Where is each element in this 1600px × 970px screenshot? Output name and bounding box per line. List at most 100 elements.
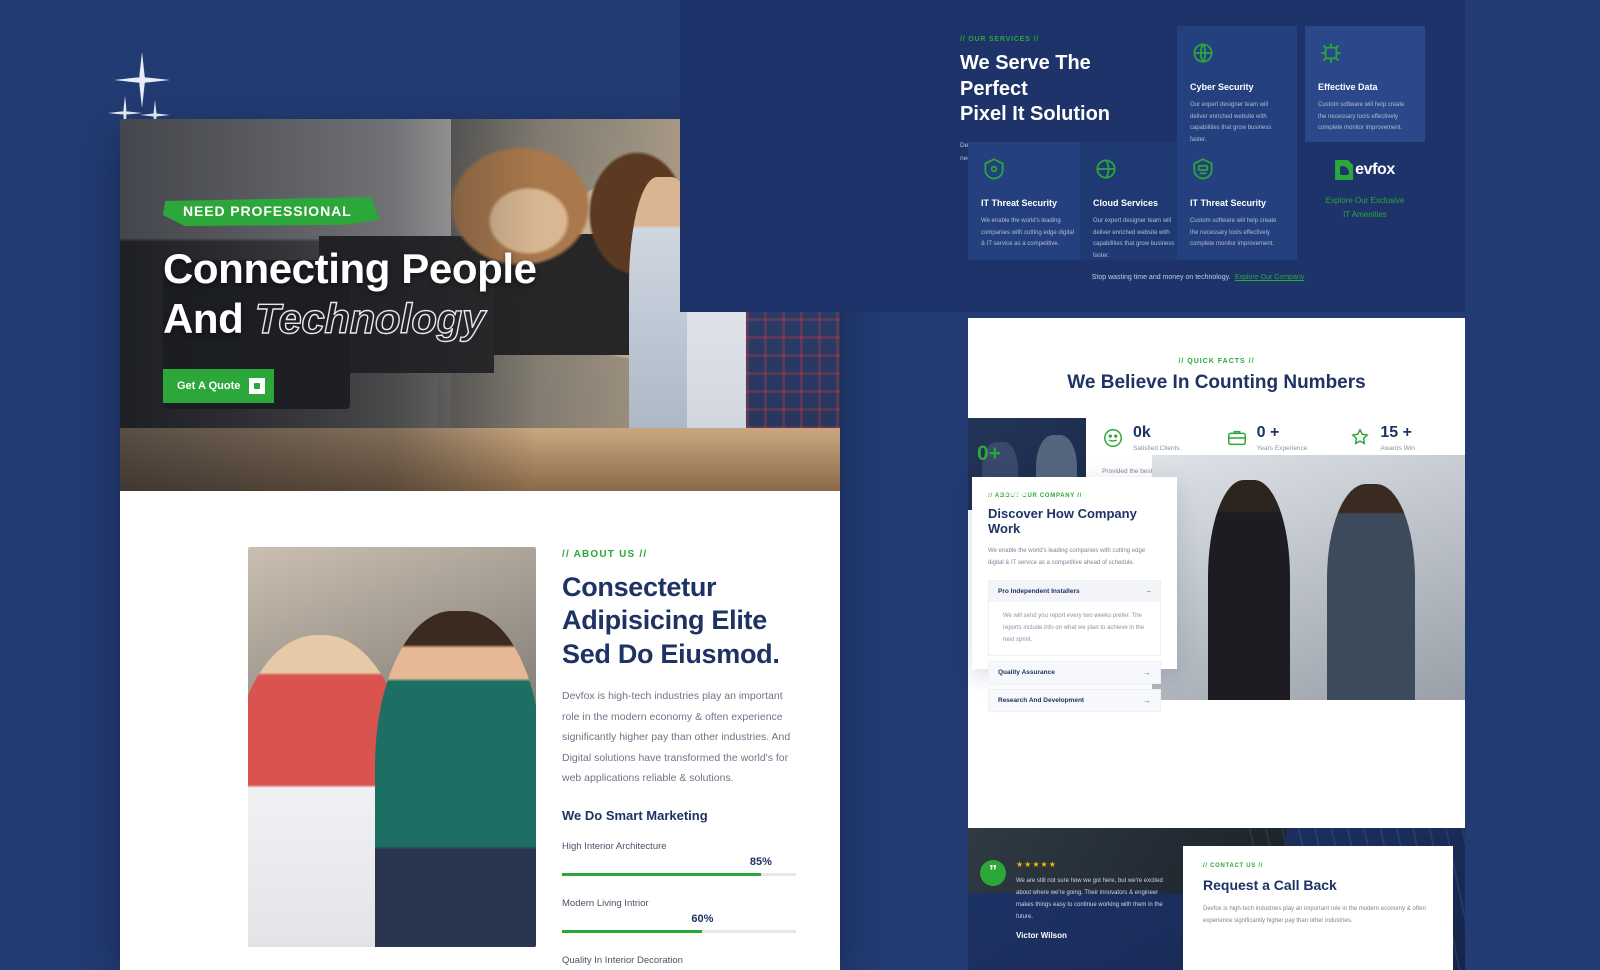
fact-values: 15 + Awards Win [1380, 424, 1415, 452]
accordion-item-research-and-development[interactable]: Research And Development → [988, 689, 1161, 712]
fact-number: 0 + [1256, 424, 1280, 441]
bottom-section: ” ★★★★★ We are still not sure how we got… [968, 828, 1465, 970]
work-heading: Discover How Company Work [988, 506, 1137, 536]
callback-heading: Request a Call Back [1203, 877, 1337, 893]
sparkle-decoration-icon [114, 52, 170, 108]
hero-tagline: NEED PROFESSIONAL [183, 203, 352, 219]
accordion-title: Research And Development [998, 697, 1085, 704]
quote-icon: ” [980, 860, 1006, 886]
fact-top: 0k Satisfied Clients [1102, 424, 1198, 452]
brand-cta-line-1: Explore Our Exclusive [1325, 196, 1405, 205]
fact-values: 0k Satisfied Clients [1133, 424, 1180, 452]
accordion-header[interactable]: Research And Development → [989, 690, 1160, 711]
testimonial-text: We are still not sure how we got here, b… [1016, 878, 1163, 920]
devfox-logo-icon [1335, 160, 1354, 180]
services-footer: Stop wasting time and money on technolog… [968, 266, 1428, 284]
hero-title-line-1: Connecting People [163, 245, 537, 292]
cloud-globe-icon [1096, 159, 1116, 179]
data-chip-icon [1321, 43, 1341, 63]
brand-cta[interactable]: Explore Our Exclusive IT Amenities [1318, 194, 1412, 223]
services-footer-link[interactable]: Explore Our Company [1235, 274, 1304, 281]
company-work-photo [1152, 455, 1465, 700]
fact-number: 0k [1133, 424, 1151, 441]
smiley-icon [1104, 429, 1122, 447]
service-card-desc: Custom software will help create the nec… [1318, 102, 1405, 132]
services-heading-line-2: Pixel It Solution [960, 103, 1111, 126]
fact-top: 15 + Awards Win [1349, 424, 1445, 452]
service-card-it-threat-security-1[interactable]: IT Threat Security We enable the world's… [968, 142, 1088, 260]
service-card-effective-data[interactable]: Effective Data Custom software will help… [1305, 26, 1425, 152]
about-photo [248, 547, 536, 947]
service-card-title: IT Threat Security [1190, 198, 1267, 208]
accordion-title: Pro Independent Installers [998, 588, 1080, 595]
server-shield-icon [1193, 158, 1213, 180]
get-a-quote-label: Get A Quote [177, 380, 241, 393]
testimonial-block: ” ★★★★★ We are still not sure how we got… [980, 860, 1175, 940]
services-eyebrow: // OUR SERVICES // [960, 36, 1039, 43]
facts-feature-label-line-2: Firms' & Sectors [977, 490, 1029, 498]
service-card-title: IT Threat Security [981, 198, 1058, 208]
service-card-desc: Our expert designer team will deliver en… [1190, 102, 1272, 144]
service-card-cyber-security[interactable]: Cyber Security Our expert designer team … [1177, 26, 1297, 152]
work-paragraph: We enable the world's leading companies … [988, 548, 1146, 566]
service-card-desc: Our expert designer team will deliver en… [1093, 218, 1175, 260]
hero-title: Connecting People And Technology [163, 244, 537, 343]
hero-title-plain: And [163, 294, 255, 342]
service-card-title: Cloud Services [1093, 198, 1159, 208]
callback-eyebrow: // CONTACT US // [1203, 863, 1264, 869]
fact-top: 0 + Years Experience [1226, 424, 1322, 452]
accordion-body: We will send you report every two weeks … [989, 602, 1160, 655]
service-card-desc: Custom software will help create the nec… [1190, 218, 1277, 248]
fact-caption: Years Experience [1256, 445, 1308, 452]
service-card-title: Effective Data [1318, 82, 1378, 92]
rating-stars: ★★★★★ [1016, 860, 1057, 869]
briefcase-icon [1227, 430, 1246, 446]
company-work-card: // ABOUT OUR COMPANY // Discover How Com… [972, 477, 1177, 712]
services-heading: We Serve The Perfect Pixel It Solution [960, 51, 1160, 128]
facts-feature-number: 0+ [977, 442, 1001, 465]
shield-lock-icon [984, 158, 1004, 180]
brand-cta-line-2: IT Amenities [1343, 210, 1387, 220]
hero-tagline-badge: NEED PROFESSIONAL [163, 197, 380, 226]
accordion-header[interactable]: Pro Independent Installers − [989, 581, 1160, 602]
facts-eyebrow: // QUICK FACTS // [1178, 358, 1255, 365]
service-card-it-threat-security-2[interactable]: IT Threat Security Custom software will … [1177, 142, 1297, 260]
fact-number: 15 + [1380, 424, 1412, 441]
services-footer-text: Stop wasting time and money on technolog… [1091, 274, 1231, 281]
testimonial-author: Victor Wilson [1016, 931, 1067, 940]
get-a-quote-button[interactable]: Get A Quote [163, 369, 275, 404]
globe-shield-icon [1193, 43, 1213, 63]
hero-title-line-2: And Technology [163, 294, 537, 344]
facts-feature-label-line-1: Years Of Leading Into The IT [977, 479, 1065, 487]
hero-title-outline: Technology [254, 294, 486, 342]
services-heading-line-1: We Serve The Perfect [960, 52, 1091, 100]
right-page-panel: // OUR SERVICES // We Serve The Perfect … [680, 0, 1465, 970]
arrow-square-icon [249, 378, 266, 395]
testimonial-content: ★★★★★ We are still not sure how we got h… [1016, 860, 1175, 940]
accordion-item-pro-independent-installers[interactable]: Pro Independent Installers − We will sen… [988, 580, 1161, 656]
callback-card: // CONTACT US // Request a Call Back Dev… [1183, 846, 1453, 970]
services-section: // OUR SERVICES // We Serve The Perfect … [680, 0, 1465, 312]
accordion-item-quality-assurance[interactable]: Quality Assurance → [988, 661, 1161, 684]
screenshot-stage: NEED PROFESSIONAL Connecting People And … [0, 0, 1600, 970]
work-accordion: Pro Independent Installers − We will sen… [988, 580, 1161, 712]
service-card-title: Cyber Security [1190, 82, 1254, 92]
fact-values: 0 + Years Experience [1257, 424, 1308, 452]
arrow-right-icon: → [1143, 668, 1151, 677]
facts-heading: We Believe In Counting Numbers [1067, 372, 1366, 393]
fact-caption: Satisfied Clients [1133, 445, 1180, 452]
accordion-header[interactable]: Quality Assurance → [989, 662, 1160, 683]
facts-feature-label: Years Of Leading Into The IT Firms' & Se… [977, 477, 1078, 500]
accordion-title: Quality Assurance [998, 669, 1055, 676]
service-card-desc: We enable the world's leading companies … [981, 218, 1075, 248]
brand-name: evfox [1355, 161, 1395, 178]
fact-caption: Awards Win [1380, 445, 1415, 452]
award-star-icon [1351, 428, 1370, 445]
brand-logo: evfox [1335, 160, 1395, 180]
hero-content: NEED PROFESSIONAL Connecting People And … [163, 197, 537, 404]
facts-header: // QUICK FACTS // We Believe In Counting… [968, 318, 1465, 394]
callback-paragraph: Devfox is high-tech industries play an i… [1203, 906, 1426, 924]
brand-promo-card[interactable]: evfox Explore Our Exclusive IT Amenities [1305, 142, 1425, 260]
minus-icon: − [1146, 587, 1151, 596]
arrow-right-icon: → [1143, 696, 1151, 705]
